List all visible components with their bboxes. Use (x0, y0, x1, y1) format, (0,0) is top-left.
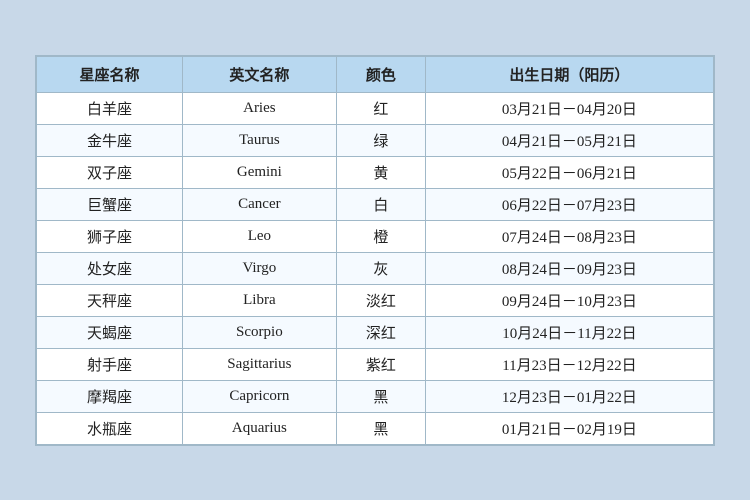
cell-chinese-name: 水瓶座 (37, 412, 183, 444)
cell-chinese-name: 白羊座 (37, 92, 183, 124)
cell-dates: 07月24日－08月23日 (425, 220, 713, 252)
table-row: 射手座Sagittarius紫红11月23日－12月22日 (37, 348, 714, 380)
table-body: 白羊座Aries红03月21日－04月20日金牛座Taurus绿04月21日－0… (37, 92, 714, 444)
table-row: 水瓶座Aquarius黑01月21日－02月19日 (37, 412, 714, 444)
cell-color: 紫红 (336, 348, 425, 380)
cell-chinese-name: 狮子座 (37, 220, 183, 252)
cell-english-name: Aries (182, 92, 336, 124)
cell-english-name: Leo (182, 220, 336, 252)
header-chinese-name: 星座名称 (37, 56, 183, 92)
cell-dates: 10月24日－11月22日 (425, 316, 713, 348)
cell-color: 黑 (336, 412, 425, 444)
cell-english-name: Virgo (182, 252, 336, 284)
cell-chinese-name: 摩羯座 (37, 380, 183, 412)
table-row: 金牛座Taurus绿04月21日－05月21日 (37, 124, 714, 156)
cell-chinese-name: 射手座 (37, 348, 183, 380)
cell-english-name: Sagittarius (182, 348, 336, 380)
cell-color: 红 (336, 92, 425, 124)
cell-english-name: Gemini (182, 156, 336, 188)
cell-english-name: Capricorn (182, 380, 336, 412)
header-english-name: 英文名称 (182, 56, 336, 92)
cell-dates: 12月23日－01月22日 (425, 380, 713, 412)
table-row: 狮子座Leo橙07月24日－08月23日 (37, 220, 714, 252)
cell-color: 白 (336, 188, 425, 220)
cell-chinese-name: 处女座 (37, 252, 183, 284)
table-row: 双子座Gemini黄05月22日－06月21日 (37, 156, 714, 188)
cell-chinese-name: 天秤座 (37, 284, 183, 316)
header-dates: 出生日期（阳历） (425, 56, 713, 92)
zodiac-table: 星座名称 英文名称 颜色 出生日期（阳历） 白羊座Aries红03月21日－04… (36, 56, 714, 445)
header-color: 颜色 (336, 56, 425, 92)
table-row: 天秤座Libra淡红09月24日－10月23日 (37, 284, 714, 316)
cell-english-name: Libra (182, 284, 336, 316)
table-header-row: 星座名称 英文名称 颜色 出生日期（阳历） (37, 56, 714, 92)
cell-dates: 08月24日－09月23日 (425, 252, 713, 284)
cell-chinese-name: 金牛座 (37, 124, 183, 156)
cell-chinese-name: 双子座 (37, 156, 183, 188)
table-row: 摩羯座Capricorn黑12月23日－01月22日 (37, 380, 714, 412)
cell-dates: 06月22日－07月23日 (425, 188, 713, 220)
cell-color: 淡红 (336, 284, 425, 316)
cell-chinese-name: 巨蟹座 (37, 188, 183, 220)
cell-color: 深红 (336, 316, 425, 348)
cell-color: 橙 (336, 220, 425, 252)
cell-english-name: Scorpio (182, 316, 336, 348)
cell-dates: 03月21日－04月20日 (425, 92, 713, 124)
table-row: 巨蟹座Cancer白06月22日－07月23日 (37, 188, 714, 220)
cell-dates: 04月21日－05月21日 (425, 124, 713, 156)
cell-dates: 09月24日－10月23日 (425, 284, 713, 316)
cell-dates: 01月21日－02月19日 (425, 412, 713, 444)
cell-dates: 11月23日－12月22日 (425, 348, 713, 380)
cell-color: 绿 (336, 124, 425, 156)
cell-english-name: Taurus (182, 124, 336, 156)
cell-english-name: Aquarius (182, 412, 336, 444)
table-row: 处女座Virgo灰08月24日－09月23日 (37, 252, 714, 284)
cell-english-name: Cancer (182, 188, 336, 220)
table-row: 天蝎座Scorpio深红10月24日－11月22日 (37, 316, 714, 348)
cell-chinese-name: 天蝎座 (37, 316, 183, 348)
cell-color: 黄 (336, 156, 425, 188)
cell-color: 灰 (336, 252, 425, 284)
cell-color: 黑 (336, 380, 425, 412)
zodiac-table-wrapper: 星座名称 英文名称 颜色 出生日期（阳历） 白羊座Aries红03月21日－04… (35, 55, 715, 446)
table-row: 白羊座Aries红03月21日－04月20日 (37, 92, 714, 124)
cell-dates: 05月22日－06月21日 (425, 156, 713, 188)
